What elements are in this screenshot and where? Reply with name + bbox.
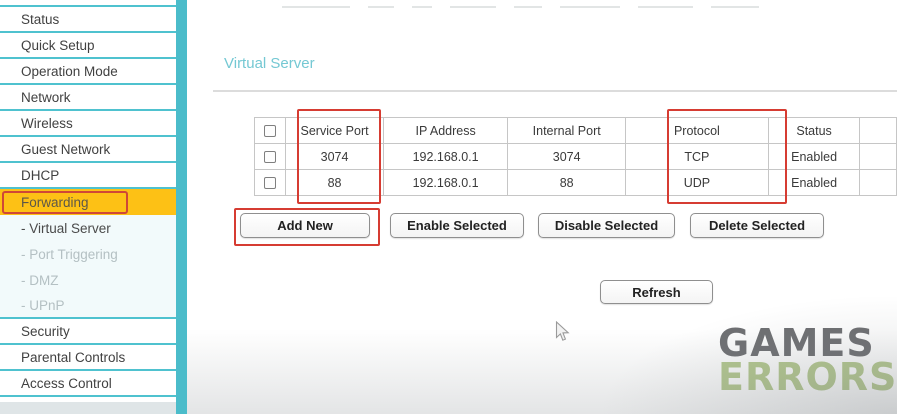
mouse-cursor-icon xyxy=(555,321,570,341)
row-checkbox[interactable] xyxy=(264,150,277,163)
sidebar-item-network[interactable]: Network xyxy=(0,85,176,111)
sidebar-item-label: Access Control xyxy=(21,375,112,391)
sidebar-item-operation-mode[interactable]: Operation Mode xyxy=(0,59,176,85)
sidebar-item-label: DHCP xyxy=(21,167,60,183)
sidebar-item-parental-controls[interactable]: Parental Controls xyxy=(0,345,176,371)
cell-clipped xyxy=(859,169,897,196)
bottom-gradient-shade xyxy=(187,329,897,414)
sidebar-item-forwarding[interactable]: Forwarding xyxy=(0,189,176,215)
sidebar-item-access-control[interactable]: Access Control xyxy=(0,371,176,397)
sidebar-item-label: Security xyxy=(21,323,70,339)
column-header-internal-port: Internal Port xyxy=(507,117,627,144)
disable-selected-button[interactable]: Disable Selected xyxy=(538,213,675,238)
sidebar-item-label: Operation Mode xyxy=(21,63,118,79)
sidebar-item-quick-setup[interactable]: Quick Setup xyxy=(0,33,176,59)
sidebar-item-label: Guest Network xyxy=(21,141,111,157)
column-header-status: Status xyxy=(767,117,861,144)
sidebar-item-label: - Virtual Server xyxy=(21,220,111,236)
sidebar-item-guest-network[interactable]: Guest Network xyxy=(0,137,176,163)
sidebar-filler-gray xyxy=(0,402,176,414)
column-header-ip-address: IP Address xyxy=(382,117,509,144)
router-admin-page: Status Quick Setup Operation Mode Network Wi… xyxy=(0,0,897,414)
cell-service-port: 3074 xyxy=(285,143,384,170)
sidebar-item-label: Parental Controls xyxy=(21,349,126,365)
sidebar-top-gap xyxy=(0,0,176,7)
sidebar-nav: Status Quick Setup Operation Mode Network Wi… xyxy=(0,0,176,414)
table-row: 88 192.168.0.1 88 UDP Enabled xyxy=(253,169,897,196)
cell-internal-port: 3074 xyxy=(507,143,627,170)
cell-internal-port: 88 xyxy=(507,169,627,196)
table-row: 3074 192.168.0.1 3074 TCP Enabled xyxy=(253,143,897,170)
select-all-cell xyxy=(253,117,287,144)
row-select-cell xyxy=(253,169,287,196)
enable-selected-button[interactable]: Enable Selected xyxy=(390,213,524,238)
sidebar-item-label: - UPnP xyxy=(21,297,65,313)
sidebar-item-label: Network xyxy=(21,89,71,105)
table-header-row: Service Port IP Address Internal Port Proto… xyxy=(253,117,897,144)
add-new-button[interactable]: Add New xyxy=(240,213,370,238)
cell-ip-address: 192.168.0.1 xyxy=(382,143,509,170)
title-divider xyxy=(213,90,897,92)
cell-status: Enabled xyxy=(767,143,861,170)
virtual-server-table: Service Port IP Address Internal Port Proto… xyxy=(253,117,897,196)
cell-protocol: TCP xyxy=(625,143,769,170)
watermark-line2: ERRORS xyxy=(718,355,897,399)
column-header-service-port: Service Port xyxy=(285,117,384,144)
delete-selected-button[interactable]: Delete Selected xyxy=(690,213,824,238)
sidebar-item-label: Wireless xyxy=(21,115,73,131)
cell-clipped xyxy=(859,143,897,170)
sidebar-item-wireless[interactable]: Wireless xyxy=(0,111,176,137)
sidebar-items: Status Quick Setup Operation Mode Network Wi… xyxy=(0,7,176,397)
page-title: Virtual Server xyxy=(224,55,315,72)
top-faint-dashes xyxy=(282,6,759,8)
select-all-checkbox[interactable] xyxy=(264,124,277,137)
cell-ip-address: 192.168.0.1 xyxy=(382,169,509,196)
main-content: Virtual Server Service Port IP Address Int… xyxy=(187,0,897,414)
watermark: GAMES ERRORS xyxy=(718,321,897,399)
sidebar-item-port-triggering[interactable]: - Port Triggering xyxy=(0,241,176,267)
cell-protocol: UDP xyxy=(625,169,769,196)
cell-status: Enabled xyxy=(767,169,861,196)
row-checkbox[interactable] xyxy=(264,176,277,189)
sidebar-accent-bar xyxy=(176,0,187,414)
refresh-button[interactable]: Refresh xyxy=(600,280,713,304)
sidebar-item-label: Quick Setup xyxy=(21,37,95,53)
sidebar-item-label: - DMZ xyxy=(21,272,59,288)
sidebar-item-security[interactable]: Security xyxy=(0,319,176,345)
sidebar-item-label: - Port Triggering xyxy=(21,246,118,262)
corner-gradient-shade xyxy=(597,294,897,414)
sidebar-item-status[interactable]: Status xyxy=(0,7,176,33)
sidebar-item-label: Status xyxy=(21,11,60,27)
sidebar-item-dhcp[interactable]: DHCP xyxy=(0,163,176,189)
column-header-clipped xyxy=(859,117,897,144)
row-select-cell xyxy=(253,143,287,170)
sidebar-item-virtual-server[interactable]: - Virtual Server xyxy=(0,215,176,241)
sidebar-item-dmz[interactable]: - DMZ xyxy=(0,267,176,293)
watermark-line1: GAMES xyxy=(718,321,875,365)
cell-service-port: 88 xyxy=(285,169,384,196)
column-header-protocol: Protocol xyxy=(625,117,769,144)
annotation-forwarding-box xyxy=(2,191,128,214)
sidebar-item-upnp[interactable]: - UPnP xyxy=(0,293,176,319)
